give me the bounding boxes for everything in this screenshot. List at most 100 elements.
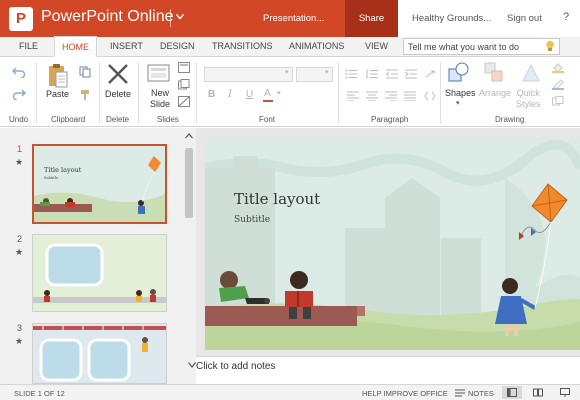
align-center-icon[interactable] xyxy=(366,91,378,101)
slide-thumbnail-pane: 1 ★ Title layout Subtitle 2 ★ 3 ★ xyxy=(0,128,196,384)
increase-indent-icon[interactable] xyxy=(405,69,417,79)
ribbon-separator xyxy=(196,62,197,124)
new-slide-button-label[interactable]: New Slide xyxy=(150,88,170,110)
title-bar: P PowerPoint Online Presentation... Shar… xyxy=(0,0,580,37)
slide-number: 3 xyxy=(17,323,23,333)
thumbnail-scrollbar[interactable] xyxy=(182,128,196,384)
notes-chevron-icon[interactable] xyxy=(188,362,196,368)
app-name[interactable]: PowerPoint Online xyxy=(41,8,174,26)
notes-placeholder[interactable]: Click to add notes xyxy=(196,361,276,372)
quick-styles-label-line2: Styles xyxy=(516,99,541,109)
tab-animations[interactable]: ANIMATIONS xyxy=(289,41,344,51)
normal-view-icon xyxy=(507,388,517,397)
ribbon-separator xyxy=(138,62,139,124)
font-color-chevron-icon[interactable]: ▾ xyxy=(277,89,281,97)
account-name[interactable]: Healthy Grounds... xyxy=(412,13,491,24)
paste-button-label[interactable]: Paste xyxy=(46,89,69,99)
tell-me-input[interactable]: Tell me what you want to do xyxy=(403,38,560,55)
decrease-indent-icon[interactable] xyxy=(386,69,398,79)
slideshow-button[interactable] xyxy=(555,386,575,399)
app-menu-chevron-icon[interactable] xyxy=(170,9,186,27)
underline-button[interactable]: U xyxy=(246,89,253,100)
undo-icon[interactable] xyxy=(12,66,26,78)
tab-file[interactable]: FILE xyxy=(19,41,38,51)
italic-button[interactable]: I xyxy=(228,89,232,100)
slide-thumbnail-3[interactable] xyxy=(32,323,167,384)
notes-toggle-label[interactable]: NOTES xyxy=(468,389,494,398)
normal-view-button[interactable] xyxy=(502,386,522,399)
tab-view[interactable]: VIEW xyxy=(365,41,388,51)
duplicate-shape-icon[interactable] xyxy=(552,96,564,107)
animation-star-icon: ★ xyxy=(15,157,24,167)
new-slide-icon[interactable] xyxy=(147,63,171,83)
status-bar: SLIDE 1 OF 12 HELP IMPROVE OFFICE NOTES xyxy=(0,384,580,400)
slide-thumbnail-2[interactable] xyxy=(32,234,167,312)
lightbulb-icon xyxy=(546,40,554,51)
duplicate-slide-icon[interactable] xyxy=(178,79,190,90)
tab-design[interactable]: DESIGN xyxy=(160,41,195,51)
font-size-chevron-icon: ▾ xyxy=(325,69,329,76)
shapes-button-label[interactable]: Shapes xyxy=(445,88,476,98)
current-slide-canvas[interactable]: Title layout Subtitle xyxy=(205,138,580,350)
tab-transitions[interactable]: TRANSITIONS xyxy=(212,41,273,51)
font-color-button[interactable]: A xyxy=(264,88,271,99)
powerpoint-logo-icon[interactable]: P xyxy=(9,7,33,31)
ribbon-separator xyxy=(338,62,339,124)
copy-icon[interactable] xyxy=(79,66,91,78)
font-name-dropdown[interactable] xyxy=(204,67,293,82)
delete-button-label[interactable]: Delete xyxy=(105,89,131,99)
font-name-chevron-icon: ▾ xyxy=(285,69,289,76)
arrange-button-label[interactable]: Arrange xyxy=(479,88,511,98)
hide-slide-icon[interactable] xyxy=(178,96,190,107)
slideshow-icon xyxy=(560,388,570,397)
share-button[interactable]: Share xyxy=(345,0,398,37)
slide-number: 2 xyxy=(17,234,23,244)
reading-view-button[interactable] xyxy=(528,386,548,399)
shapes-chevron-icon: ▾ xyxy=(456,100,460,107)
slide-thumbnail-1[interactable]: Title layout Subtitle xyxy=(32,144,167,224)
shapes-icon[interactable] xyxy=(447,61,471,85)
group-label-clipboard: Clipboard xyxy=(51,115,86,124)
quick-styles-icon[interactable] xyxy=(521,62,541,84)
help-button[interactable]: ? xyxy=(563,11,569,23)
tab-insert[interactable]: INSERT xyxy=(110,41,143,51)
slide-title[interactable]: Title layout xyxy=(234,190,320,208)
group-label-font: Font xyxy=(259,115,276,124)
bold-button[interactable]: B xyxy=(208,89,215,100)
help-improve-office-link[interactable]: HELP IMPROVE OFFICE xyxy=(362,389,448,398)
delete-icon[interactable] xyxy=(107,63,129,85)
tab-home[interactable]: HOME xyxy=(54,36,97,57)
shape-fill-icon[interactable] xyxy=(552,62,564,73)
align-left-icon[interactable] xyxy=(347,91,359,101)
text-direction-icon[interactable] xyxy=(424,69,436,79)
font-color-swatch xyxy=(263,100,273,102)
justify-icon[interactable] xyxy=(404,91,416,101)
quick-styles-label-line1: Quick xyxy=(516,88,540,98)
shape-outline-icon[interactable] xyxy=(552,79,564,90)
scroll-up-icon[interactable] xyxy=(185,133,193,139)
format-painter-icon[interactable] xyxy=(79,89,91,101)
paragraph-options-icon[interactable] xyxy=(424,91,436,101)
account-area: Healthy Grounds... Sign out ? xyxy=(398,0,580,37)
document-name[interactable]: Presentation... xyxy=(263,13,324,24)
group-label-drawing: Drawing xyxy=(495,115,525,124)
align-right-icon[interactable] xyxy=(385,91,397,101)
redo-icon[interactable] xyxy=(12,88,26,100)
slide-subtitle[interactable]: Subtitle xyxy=(234,215,270,225)
slide-number: 1 xyxy=(17,144,23,154)
thumbnail-subtitle: Subtitle xyxy=(44,176,59,180)
notes-icon[interactable] xyxy=(455,389,465,397)
thumbnail-title: Title layout xyxy=(44,166,82,174)
quick-styles-button-label[interactable]: Quick Styles xyxy=(516,88,541,110)
arrange-icon[interactable] xyxy=(484,62,504,84)
layout-icon[interactable] xyxy=(178,62,190,73)
slide-thumbnail-art xyxy=(33,324,166,383)
sign-out-link[interactable]: Sign out xyxy=(507,13,542,24)
scrollbar-thumb[interactable] xyxy=(185,148,193,218)
bullets-icon[interactable] xyxy=(345,69,357,79)
ribbon-separator xyxy=(36,62,37,124)
numbering-icon[interactable] xyxy=(366,69,378,79)
paste-icon[interactable] xyxy=(47,63,69,89)
group-label-undo: Undo xyxy=(9,115,29,124)
slide-background-art xyxy=(205,138,580,350)
